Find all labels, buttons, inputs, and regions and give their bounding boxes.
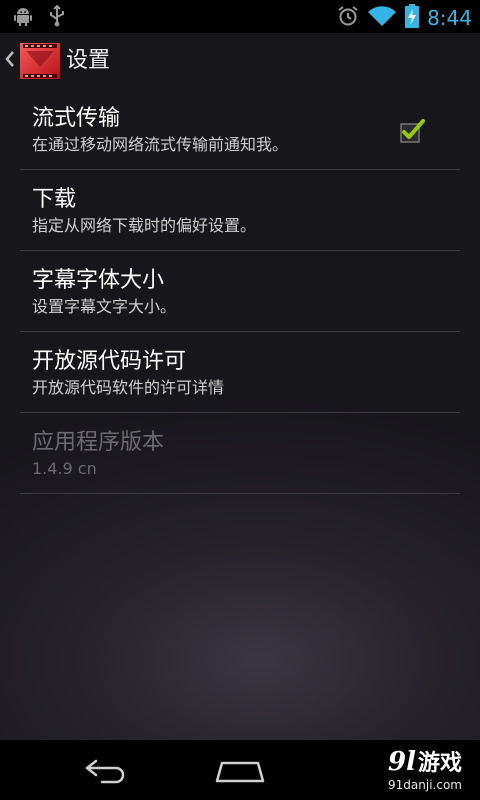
status-bar: 8:44 bbox=[0, 0, 480, 33]
pref-summary: 指定从网络下载时的偏好设置。 bbox=[32, 216, 257, 235]
action-bar[interactable]: 设置 bbox=[0, 33, 480, 89]
battery-charging-icon bbox=[405, 4, 420, 32]
page-title: 设置 bbox=[66, 48, 111, 73]
pref-streaming[interactable]: 流式传输 在通过移动网络流式传输前通知我。 bbox=[0, 89, 480, 170]
android-debug-icon bbox=[12, 5, 34, 31]
watermark-number: 9l bbox=[388, 747, 416, 777]
status-time: 8:44 bbox=[427, 6, 472, 30]
back-icon[interactable] bbox=[84, 758, 130, 788]
pref-summary: 设置字幕文字大小。 bbox=[32, 297, 177, 316]
watermark: 9l 游戏 91danji.com bbox=[388, 748, 462, 792]
pref-title: 字幕字体大小 bbox=[32, 268, 165, 293]
pref-title: 流式传输 bbox=[32, 106, 121, 131]
pref-open-source-licenses[interactable]: 开放源代码许可 开放源代码软件的许可详情 bbox=[0, 332, 480, 413]
watermark-url: 91danji.com bbox=[388, 778, 462, 792]
pref-download[interactable]: 下载 指定从网络下载时的偏好设置。 bbox=[0, 170, 480, 251]
home-icon[interactable] bbox=[214, 758, 266, 788]
screen: 8:44 设置 流式传输 在通过移动网络流式传输前通知我。 下载 指定从网络下载… bbox=[0, 0, 480, 800]
pref-subtitle-size[interactable]: 字幕字体大小 设置字幕文字大小。 bbox=[0, 251, 480, 332]
alarm-icon bbox=[337, 5, 359, 31]
pref-app-version: 应用程序版本 1.4.9 cn bbox=[0, 413, 480, 494]
pref-title: 应用程序版本 bbox=[32, 430, 165, 455]
up-caret-icon[interactable] bbox=[4, 50, 16, 72]
watermark-name: 游戏 bbox=[417, 751, 462, 776]
pref-summary: 开放源代码软件的许可详情 bbox=[32, 378, 225, 397]
divider bbox=[20, 493, 460, 494]
app-movie-icon[interactable] bbox=[20, 43, 60, 83]
nav-bar: 9l 游戏 91danji.com bbox=[0, 740, 480, 800]
pref-summary: 1.4.9 cn bbox=[32, 459, 97, 478]
pref-title: 开放源代码许可 bbox=[32, 349, 187, 374]
usb-icon bbox=[48, 4, 66, 31]
settings-list: 流式传输 在通过移动网络流式传输前通知我。 下载 指定从网络下载时的偏好设置。 … bbox=[0, 89, 480, 494]
wifi-icon bbox=[367, 5, 397, 31]
streaming-checkbox[interactable] bbox=[400, 118, 425, 143]
pref-title: 下载 bbox=[32, 187, 77, 212]
pref-summary: 在通过移动网络流式传输前通知我。 bbox=[32, 135, 289, 154]
